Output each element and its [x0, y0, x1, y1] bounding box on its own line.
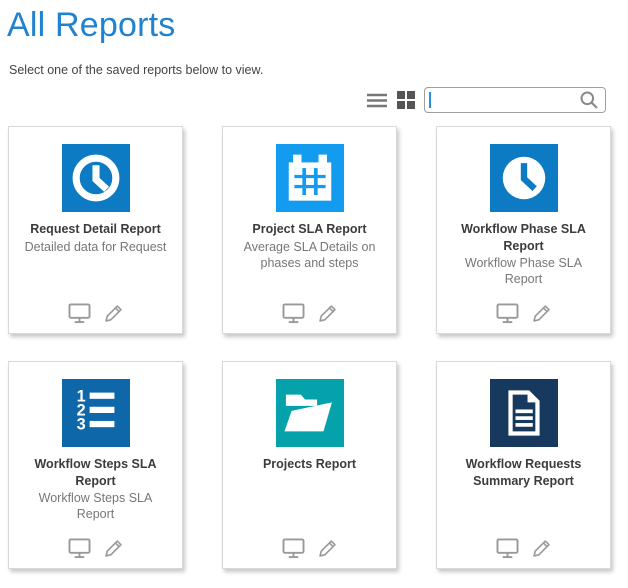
- view-report-button[interactable]: [282, 538, 305, 559]
- card-actions: [437, 303, 610, 324]
- monitor-icon: [68, 303, 91, 324]
- view-report-button[interactable]: [68, 303, 91, 324]
- pencil-icon: [531, 303, 552, 324]
- report-card-workflow-requests-summary[interactable]: Workflow Requests Summary Report: [436, 361, 611, 569]
- card-actions: [223, 303, 396, 324]
- folder-icon: [276, 379, 344, 447]
- card-actions: [9, 538, 182, 559]
- pencil-icon: [317, 538, 338, 559]
- view-report-button[interactable]: [496, 303, 519, 324]
- clock-icon: [490, 144, 558, 212]
- reports-grid: Request Detail Report Detailed data for …: [8, 126, 628, 569]
- edit-report-button[interactable]: [531, 538, 552, 559]
- report-card-workflow-phase-sla[interactable]: Workflow Phase SLA Report Workflow Phase…: [436, 126, 611, 334]
- card-actions: [223, 538, 396, 559]
- search-input[interactable]: [431, 89, 579, 111]
- report-subtitle: Average SLA Details on phases and steps: [223, 239, 396, 272]
- document-icon: [490, 379, 558, 447]
- svg-text:3: 3: [76, 416, 85, 434]
- report-card-project-sla[interactable]: Project SLA Report Average SLA Details o…: [222, 126, 397, 334]
- pencil-icon: [531, 538, 552, 559]
- list-view-button[interactable]: [366, 92, 388, 109]
- report-subtitle: Workflow Steps SLA Report: [9, 490, 182, 523]
- report-card-projects[interactable]: Projects Report: [222, 361, 397, 569]
- page-title: All Reports: [7, 6, 628, 45]
- monitor-icon: [282, 538, 305, 559]
- report-card-request-detail[interactable]: Request Detail Report Detailed data for …: [8, 126, 183, 334]
- view-report-button[interactable]: [496, 538, 519, 559]
- grid-view-button[interactable]: [397, 91, 415, 109]
- search-icon[interactable]: [579, 90, 599, 110]
- pencil-icon: [103, 303, 124, 324]
- report-card-workflow-steps-sla[interactable]: 123 Workflow Steps SLA Report Workflow S…: [8, 361, 183, 569]
- monitor-icon: [496, 538, 519, 559]
- report-subtitle: Workflow Phase SLA Report: [437, 255, 610, 288]
- clock-icon: [62, 144, 130, 212]
- report-title: Request Detail Report: [9, 221, 182, 238]
- list-view-icon: [366, 92, 388, 109]
- all-reports-page: All Reports Select one of the saved repo…: [0, 6, 628, 588]
- page-subtitle: Select one of the saved reports below to…: [9, 63, 628, 77]
- view-report-button[interactable]: [68, 538, 91, 559]
- edit-report-button[interactable]: [531, 303, 552, 324]
- grid-view-icon: [397, 91, 415, 109]
- pencil-icon: [317, 303, 338, 324]
- card-actions: [437, 538, 610, 559]
- edit-report-button[interactable]: [103, 303, 124, 324]
- card-actions: [9, 303, 182, 324]
- report-title: Workflow Requests Summary Report: [437, 456, 610, 489]
- report-title: Projects Report: [223, 456, 396, 473]
- edit-report-button[interactable]: [317, 538, 338, 559]
- edit-report-button[interactable]: [317, 303, 338, 324]
- view-toolbar: [0, 86, 606, 114]
- report-title: Project SLA Report: [223, 221, 396, 238]
- report-subtitle: Detailed data for Request: [9, 239, 182, 255]
- search-box[interactable]: [424, 87, 606, 113]
- monitor-icon: [496, 303, 519, 324]
- numbered-list-icon: 123: [62, 379, 130, 447]
- monitor-icon: [68, 538, 91, 559]
- edit-report-button[interactable]: [103, 538, 124, 559]
- report-title: Workflow Steps SLA Report: [9, 456, 182, 489]
- calendar-icon: [276, 144, 344, 212]
- report-title: Workflow Phase SLA Report: [437, 221, 610, 254]
- monitor-icon: [282, 303, 305, 324]
- pencil-icon: [103, 538, 124, 559]
- view-report-button[interactable]: [282, 303, 305, 324]
